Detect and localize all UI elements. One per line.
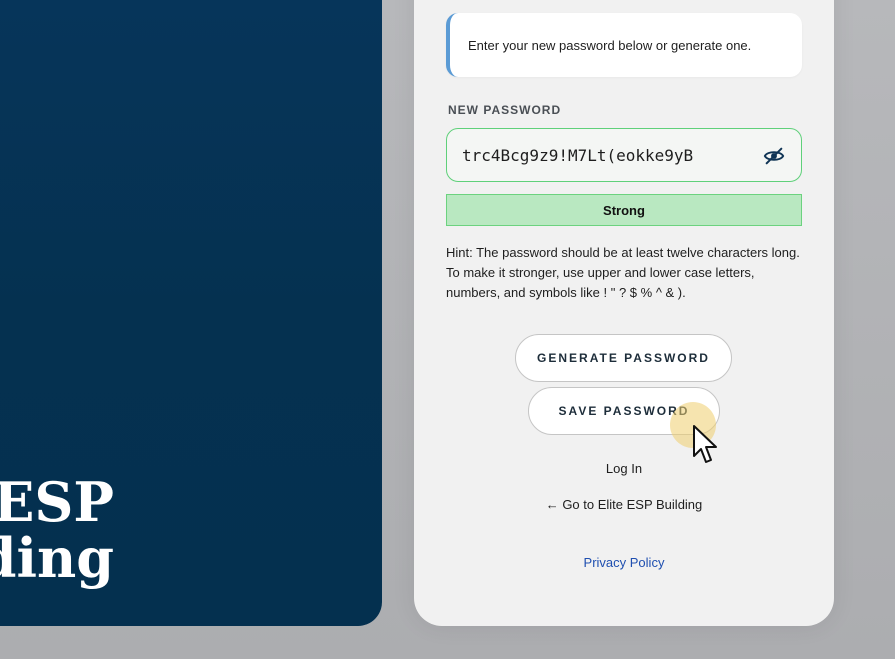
password-label: NEW PASSWORD [448,103,562,117]
back-to-site-link[interactable]: ← Go to Elite ESP Building [414,497,834,512]
password-strength-meter: Strong [446,194,802,226]
privacy-policy-link[interactable]: Privacy Policy [414,555,834,570]
hero-panel: ESP ding [0,0,382,626]
eye-slash-icon[interactable] [763,145,785,167]
generate-password-button[interactable]: GENERATE PASSWORD [515,334,732,382]
password-input[interactable] [462,129,752,181]
password-strength-text: Strong [603,202,645,218]
info-message-text: Enter your new password below or generat… [468,37,752,53]
info-message: Enter your new password below or generat… [446,13,802,77]
site-title: ESP ding [0,474,114,586]
password-hint: Hint: The password should be at least tw… [446,245,800,300]
password-field [446,128,802,182]
site-title-line2: ding [0,526,114,590]
reset-password-card [414,0,834,626]
mouse-pointer-icon [693,425,717,463]
site-title-line1: ESP [0,470,114,534]
login-link[interactable]: Log In [414,461,834,476]
